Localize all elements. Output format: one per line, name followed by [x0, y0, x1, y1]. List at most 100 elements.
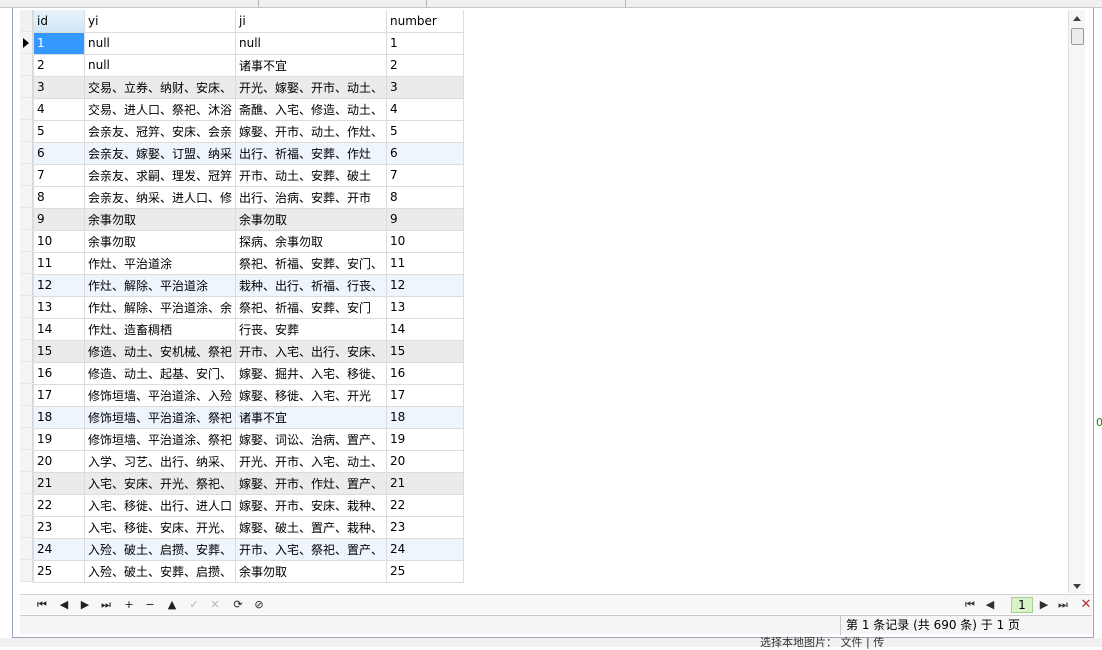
cell-yi[interactable]: 作灶、解除、平治道涂 — [84, 273, 236, 297]
row-indicator[interactable] — [20, 274, 33, 296]
apply-changes-icon[interactable]: ✓ — [186, 597, 202, 613]
cell-ji[interactable]: 行丧、安葬 — [235, 317, 387, 341]
cell-yi[interactable]: 余事勿取 — [84, 207, 236, 231]
table-row[interactable]: 18 修饰垣墙、平治道涂、祭祀 诸事不宜 18 — [33, 405, 464, 429]
table-row[interactable]: 14 作灶、造畜稠栖 行丧、安葬 14 — [33, 317, 464, 341]
cell-ji[interactable]: 斋醮、入宅、修造、动土、 — [235, 97, 387, 121]
cell-number[interactable]: 10 — [386, 229, 464, 253]
table-row[interactable]: 7 会亲友、求嗣、理发、冠笄 开市、动土、安葬、破土 7 — [33, 163, 464, 187]
table-row[interactable]: 11 作灶、平治道涂 祭祀、祈福、安葬、安门、 11 — [33, 251, 464, 275]
table-row[interactable]: 2 null 诸事不宜 2 — [33, 53, 464, 77]
cell-number[interactable]: 17 — [386, 383, 464, 407]
cell-yi[interactable]: 修饰垣墙、平治道涂、祭祀 — [84, 405, 236, 429]
cell-yi[interactable]: 入殓、破土、启攒、安葬、 — [84, 537, 236, 561]
cell-yi[interactable]: 入宅、移徙、出行、进人口 — [84, 493, 236, 517]
cell-ji[interactable]: 开光、嫁娶、开市、动土、 — [235, 75, 387, 99]
cell-number[interactable]: 25 — [386, 559, 464, 583]
cell-number[interactable]: 18 — [386, 405, 464, 429]
cell-ji[interactable]: 嫁娶、词讼、治病、置产、 — [235, 427, 387, 451]
vertical-scrollbar[interactable] — [1068, 10, 1085, 593]
cell-id[interactable]: 24 — [33, 537, 85, 561]
cell-yi[interactable]: 入宅、移徙、安床、开光、 — [84, 515, 236, 539]
cell-id[interactable]: 17 — [33, 383, 85, 407]
cell-ji[interactable]: 祭祀、祈福、安葬、安门、 — [235, 251, 387, 275]
last-page-icon[interactable]: ⏭ — [1056, 597, 1070, 613]
cell-yi[interactable]: 入殓、破土、安葬、启攒、 — [84, 559, 236, 583]
cell-number[interactable]: 2 — [386, 53, 464, 77]
cell-id[interactable]: 10 — [33, 229, 85, 253]
cell-yi[interactable]: 余事勿取 — [84, 229, 236, 253]
table-row[interactable]: 20 入学、习艺、出行、纳采、 开光、开市、入宅、动土、 20 — [33, 449, 464, 473]
cell-ji[interactable]: 余事勿取 — [235, 559, 387, 583]
cell-ji[interactable]: 余事勿取 — [235, 207, 387, 231]
row-indicator[interactable] — [20, 362, 33, 384]
cell-number[interactable]: 5 — [386, 119, 464, 143]
column-header-ji[interactable]: ji — [235, 10, 387, 33]
row-indicator[interactable] — [20, 538, 33, 560]
row-indicator[interactable] — [20, 164, 33, 186]
cell-id[interactable]: 8 — [33, 185, 85, 209]
cell-ji[interactable]: 探病、余事勿取 — [235, 229, 387, 253]
cell-number[interactable]: 14 — [386, 317, 464, 341]
cell-number[interactable]: 11 — [386, 251, 464, 275]
scroll-up-icon[interactable] — [1073, 16, 1081, 21]
cell-number[interactable]: 16 — [386, 361, 464, 385]
table-row[interactable]: 3 交易、立券、纳财、安床、 开光、嫁娶、开市、动土、 3 — [33, 75, 464, 99]
cell-number[interactable]: 23 — [386, 515, 464, 539]
cell-ji[interactable]: 栽种、出行、祈福、行丧、 — [235, 273, 387, 297]
row-indicator[interactable] — [20, 450, 33, 472]
table-row[interactable]: 10 余事勿取 探病、余事勿取 10 — [33, 229, 464, 253]
cell-ji[interactable]: 诸事不宜 — [235, 53, 387, 77]
row-indicator[interactable] — [20, 32, 33, 54]
table-row[interactable]: 24 入殓、破土、启攒、安葬、 开市、入宅、祭祀、置产、 24 — [33, 537, 464, 561]
cell-number[interactable]: 4 — [386, 97, 464, 121]
cell-ji[interactable]: 嫁娶、开市、动土、作灶、 — [235, 119, 387, 143]
row-indicator[interactable] — [20, 318, 33, 340]
cell-id[interactable]: 13 — [33, 295, 85, 319]
table-row[interactable]: 21 入宅、安床、开光、祭祀、 嫁娶、开市、作灶、置产、 21 — [33, 471, 464, 495]
cell-number[interactable]: 21 — [386, 471, 464, 495]
cell-id[interactable]: 2 — [33, 53, 85, 77]
prev-page-icon[interactable]: ◀ — [983, 597, 997, 613]
cell-id[interactable]: 12 — [33, 273, 85, 297]
cell-yi[interactable]: 会亲友、纳采、进人口、修 — [84, 185, 236, 209]
table-row[interactable]: 17 修饰垣墙、平治道涂、入殓 嫁娶、移徙、入宅、开光 17 — [33, 383, 464, 407]
cell-id[interactable]: 3 — [33, 75, 85, 99]
cell-yi[interactable]: 修饰垣墙、平治道涂、祭祀 — [84, 427, 236, 451]
cell-yi[interactable]: null — [84, 31, 236, 55]
row-indicator[interactable] — [20, 516, 33, 538]
cell-ji[interactable]: 嫁娶、移徙、入宅、开光 — [235, 383, 387, 407]
scroll-thumb[interactable] — [1071, 28, 1084, 45]
cell-id[interactable]: 1 — [33, 31, 85, 55]
cell-id[interactable]: 19 — [33, 427, 85, 451]
table-row[interactable]: 9 余事勿取 余事勿取 9 — [33, 207, 464, 231]
cell-ji[interactable]: null — [235, 31, 387, 55]
row-indicator[interactable] — [20, 406, 33, 428]
cell-id[interactable]: 23 — [33, 515, 85, 539]
next-page-icon[interactable]: ▶ — [1037, 597, 1051, 613]
cell-ji[interactable]: 出行、治病、安葬、开市 — [235, 185, 387, 209]
first-page-icon[interactable]: ⏮ — [963, 597, 977, 613]
cell-ji[interactable]: 诸事不宜 — [235, 405, 387, 429]
cell-id[interactable]: 25 — [33, 559, 85, 583]
cell-number[interactable]: 7 — [386, 163, 464, 187]
cell-yi[interactable]: 入学、习艺、出行、纳采、 — [84, 449, 236, 473]
row-indicator[interactable] — [20, 428, 33, 450]
cell-ji[interactable]: 开市、入宅、祭祀、置产、 — [235, 537, 387, 561]
table-row[interactable]: 19 修饰垣墙、平治道涂、祭祀 嫁娶、词讼、治病、置产、 19 — [33, 427, 464, 451]
row-indicator[interactable] — [20, 472, 33, 494]
table-row[interactable]: 4 交易、进人口、祭祀、沐浴 斋醮、入宅、修造、动土、 4 — [33, 97, 464, 121]
table-row[interactable]: 16 修造、动土、起基、安门、 嫁娶、掘井、入宅、移徙、 16 — [33, 361, 464, 385]
next-record-icon[interactable]: ▶ — [77, 597, 93, 613]
cell-yi[interactable]: 作灶、造畜稠栖 — [84, 317, 236, 341]
cell-number[interactable]: 15 — [386, 339, 464, 363]
cell-ji[interactable]: 开光、开市、入宅、动土、 — [235, 449, 387, 473]
table-row[interactable]: 15 修造、动土、安机械、祭祀 开市、入宅、出行、安床、 15 — [33, 339, 464, 363]
column-header-yi[interactable]: yi — [84, 10, 236, 33]
cell-id[interactable]: 4 — [33, 97, 85, 121]
cell-ji[interactable]: 嫁娶、开市、安床、栽种、 — [235, 493, 387, 517]
table-row[interactable]: 25 入殓、破土、安葬、启攒、 余事勿取 25 — [33, 559, 464, 583]
cell-id[interactable]: 15 — [33, 339, 85, 363]
column-header-number[interactable]: number — [386, 10, 464, 33]
delete-record-icon[interactable]: − — [142, 597, 158, 613]
